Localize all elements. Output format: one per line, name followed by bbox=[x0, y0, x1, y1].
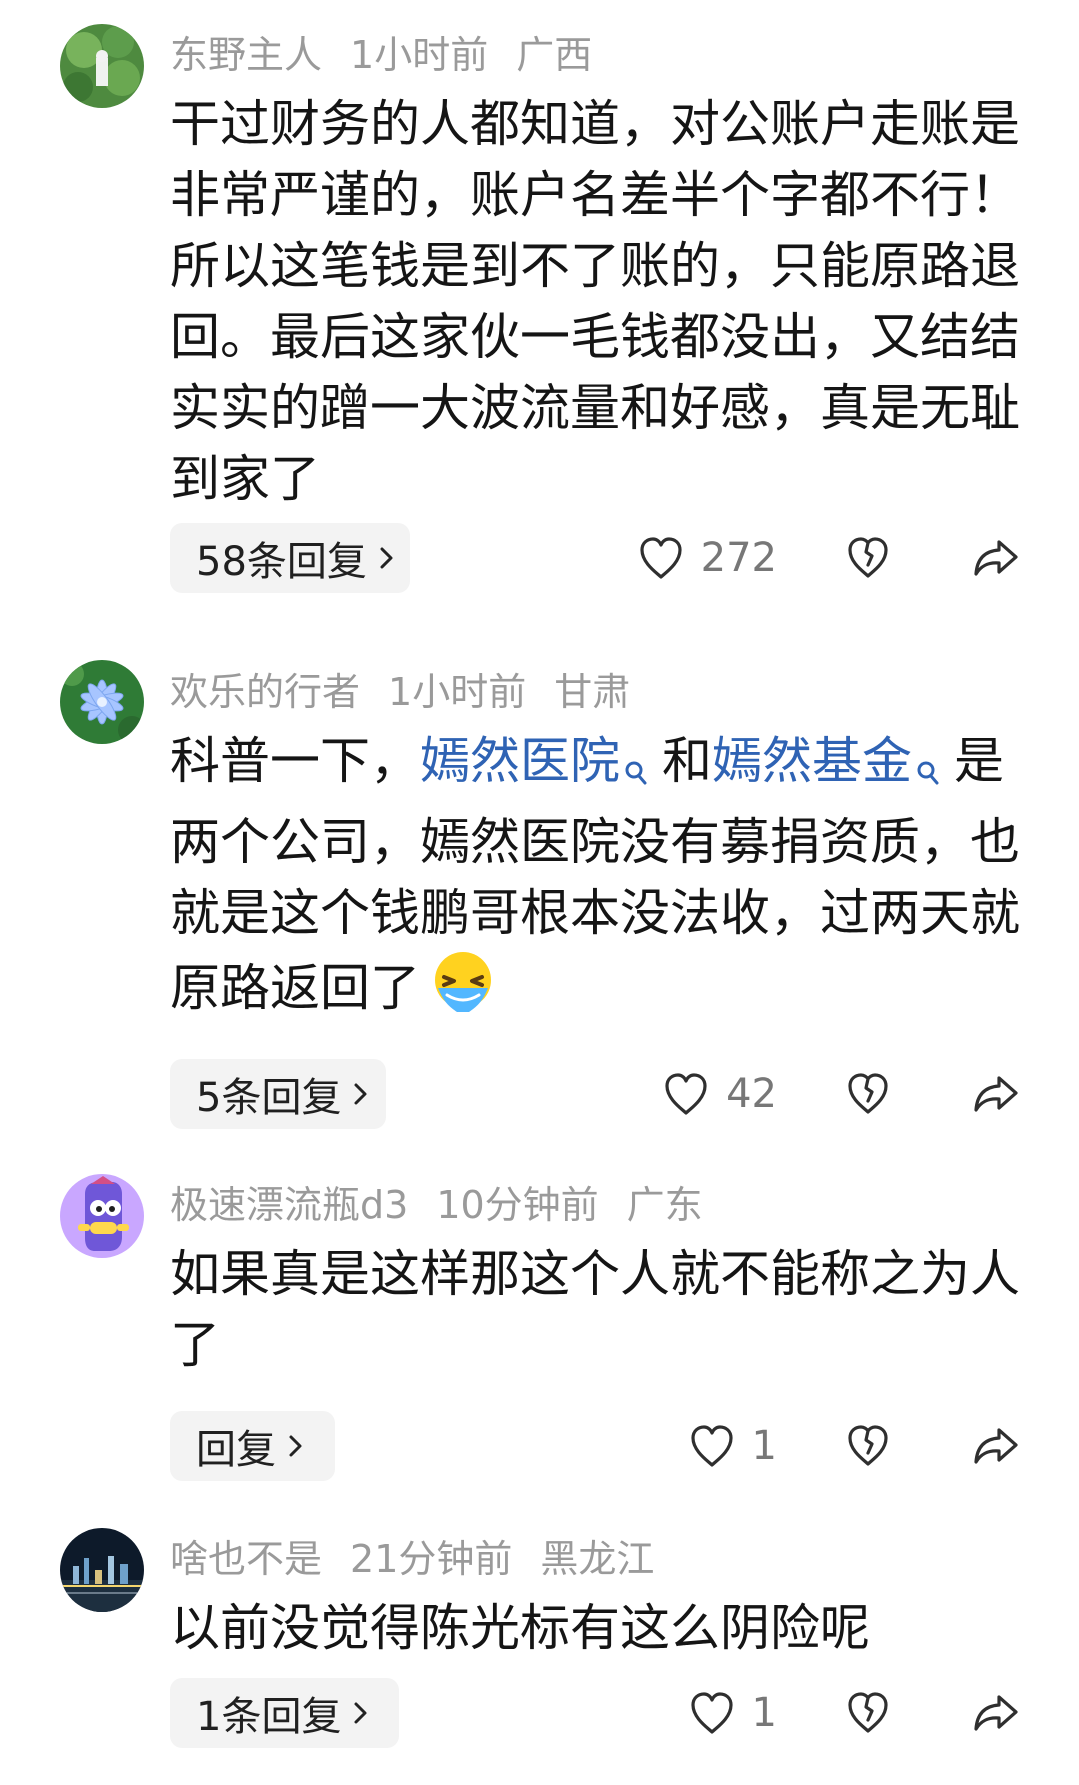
chevron-right-icon bbox=[351, 1079, 371, 1109]
comment-meta: 欢乐的行者 1小时前 甘肃 bbox=[170, 660, 658, 716]
comment-text: 如果真是这样那这个人就不能称之为人了 bbox=[170, 1245, 1020, 1374]
comment-text: 以前没觉得陈光标有这么阴险呢 bbox=[170, 1599, 870, 1657]
username[interactable]: 极速漂流瓶d3 bbox=[170, 1174, 408, 1229]
avatar[interactable] bbox=[60, 660, 144, 744]
avatar[interactable] bbox=[60, 1174, 144, 1258]
location: 黑龙江 bbox=[540, 1536, 655, 1581]
comment-meta: 东野主人 1小时前 广西 bbox=[170, 23, 620, 79]
search-icon[interactable] bbox=[916, 736, 940, 807]
chevron-right-icon bbox=[286, 1431, 306, 1461]
comment-actions: 1 bbox=[622, 1678, 1021, 1748]
crying-face-emoji bbox=[426, 949, 500, 1034]
reply-count-label: 5条回复 bbox=[196, 1075, 342, 1121]
view-replies-button[interactable]: 回复 bbox=[170, 1411, 335, 1481]
lotus-pond-avatar-icon bbox=[60, 24, 144, 108]
view-replies-button[interactable]: 1条回复 bbox=[170, 1678, 399, 1748]
share-arrow-icon[interactable] bbox=[971, 1424, 1021, 1468]
view-replies-button[interactable]: 58条回复 bbox=[170, 523, 410, 593]
like-button[interactable]: 42 bbox=[622, 1071, 777, 1117]
chevron-right-icon bbox=[351, 1698, 371, 1728]
comment-text: 干过财务的人都知道，对公账户走账是非常严谨的，账户名差半个字都不行！所以这笔钱是… bbox=[170, 95, 1020, 508]
like-button[interactable]: 1 bbox=[622, 1423, 777, 1469]
broken-heart-icon[interactable] bbox=[845, 1071, 891, 1117]
comment-actions: 42 bbox=[622, 1059, 1021, 1129]
chevron-right-icon bbox=[377, 543, 397, 573]
reply-count-label: 1条回复 bbox=[196, 1694, 342, 1740]
like-count: 272 bbox=[700, 535, 777, 581]
heart-outline-icon bbox=[688, 1690, 736, 1736]
broken-heart-icon[interactable] bbox=[845, 1423, 891, 1469]
comment-text-middle: 和 bbox=[662, 732, 712, 790]
like-button[interactable]: 1 bbox=[622, 1690, 777, 1736]
broken-heart-icon[interactable] bbox=[845, 1690, 891, 1736]
comment-list: 东野主人 1小时前 广西 干过财务的人都知道，对公账户走账是非常严谨的，账户名差… bbox=[0, 0, 1079, 1785]
username[interactable]: 东野主人 bbox=[170, 24, 322, 79]
heart-outline-icon bbox=[662, 1071, 710, 1117]
avatar[interactable] bbox=[60, 24, 144, 108]
reply-count-label: 58条回复 bbox=[196, 539, 367, 585]
location: 广西 bbox=[516, 32, 593, 77]
like-count: 1 bbox=[751, 1423, 777, 1469]
timestamp: 21分钟前 bbox=[350, 1536, 513, 1581]
purple-cartoon-avatar-icon bbox=[60, 1174, 144, 1258]
broken-heart-icon[interactable] bbox=[845, 535, 891, 581]
location: 甘肃 bbox=[554, 669, 631, 714]
heart-outline-icon bbox=[688, 1423, 736, 1469]
comment-meta: 啥也不是 21分钟前 黑龙江 bbox=[170, 1527, 682, 1583]
username[interactable]: 欢乐的行者 bbox=[170, 661, 360, 716]
username[interactable]: 啥也不是 bbox=[170, 1528, 322, 1583]
share-arrow-icon[interactable] bbox=[971, 1691, 1021, 1735]
comment-text-prefix: 科普一下， bbox=[170, 732, 420, 790]
location: 广东 bbox=[626, 1182, 703, 1227]
night-city-avatar-icon bbox=[60, 1528, 144, 1612]
comment-meta: 极速漂流瓶d3 10分钟前 广东 bbox=[170, 1173, 731, 1229]
comment-actions: 1 bbox=[622, 1411, 1021, 1481]
search-icon[interactable] bbox=[624, 736, 648, 807]
like-count: 1 bbox=[751, 1690, 777, 1736]
timestamp: 1小时前 bbox=[388, 669, 527, 714]
topic-link[interactable]: 嫣然基金 bbox=[712, 732, 912, 790]
reply-count-label: 回复 bbox=[196, 1427, 276, 1473]
blue-flower-avatar-icon bbox=[60, 660, 144, 744]
heart-outline-icon bbox=[637, 535, 685, 581]
share-arrow-icon[interactable] bbox=[971, 536, 1021, 580]
like-count: 42 bbox=[726, 1071, 777, 1117]
comment-actions: 272 bbox=[622, 523, 1021, 593]
timestamp: 1小时前 bbox=[350, 32, 489, 77]
view-replies-button[interactable]: 5条回复 bbox=[170, 1059, 386, 1129]
avatar[interactable] bbox=[60, 1528, 144, 1612]
topic-link[interactable]: 嫣然医院 bbox=[420, 732, 620, 790]
timestamp: 10分钟前 bbox=[436, 1182, 599, 1227]
comment-text: 科普一下，嫣然医院 和嫣然基金 是两个公司，嫣然医院没有募捐资质，也就是这个钱鹏哥根… bbox=[170, 726, 1030, 1034]
like-button[interactable]: 272 bbox=[622, 535, 777, 581]
share-arrow-icon[interactable] bbox=[971, 1072, 1021, 1116]
